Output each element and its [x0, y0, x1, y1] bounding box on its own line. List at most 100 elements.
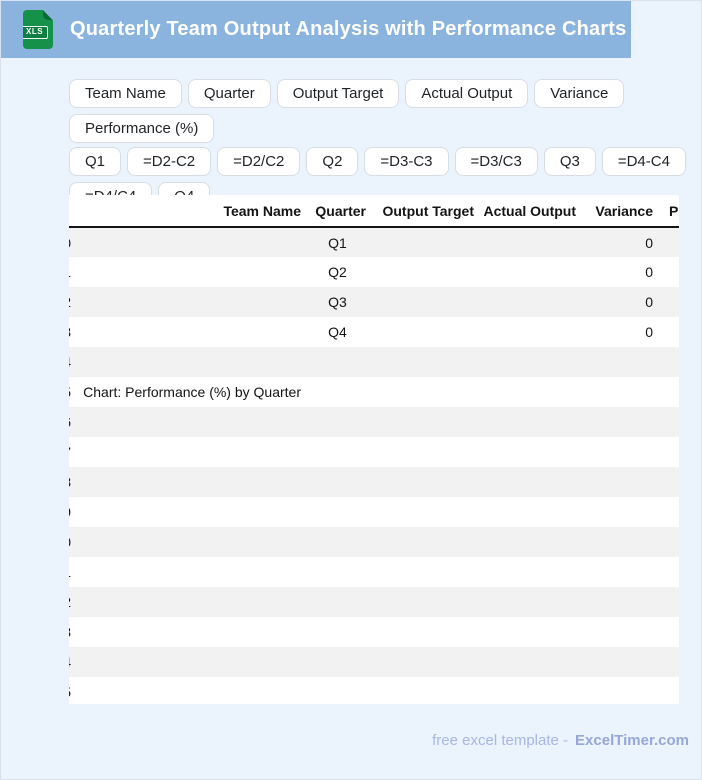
variance-cell — [580, 557, 657, 587]
chip: =D4-C4 — [601, 147, 686, 176]
output-target-cell — [370, 617, 478, 647]
variance-cell — [580, 407, 657, 437]
team-name-cell — [75, 317, 305, 347]
quarter-cell — [305, 407, 370, 437]
table-row: 13 — [69, 617, 679, 647]
chip: Q2 — [306, 147, 359, 176]
actual-output-cell — [478, 437, 580, 467]
table-row: 4 — [69, 347, 679, 377]
table-row: 7 — [69, 437, 679, 467]
table-row: 15 — [69, 677, 679, 704]
team-name-cell — [75, 587, 305, 617]
chip: Output Target — [276, 79, 400, 108]
team-name-cell — [75, 677, 305, 704]
team-name-cell — [75, 557, 305, 587]
actual-output-cell — [478, 557, 580, 587]
chip: =D3/C3 — [454, 147, 538, 176]
actual-output-cell — [478, 617, 580, 647]
output-target-cell — [370, 587, 478, 617]
variance-cell — [580, 527, 657, 557]
performance-cell — [657, 497, 679, 527]
output-target-cell — [370, 557, 478, 587]
spreadsheet-preview-card: Team Name Quarter Output Target Actual Outp… — [69, 195, 679, 704]
performance-cell — [657, 287, 679, 317]
footer-brand-link[interactable]: ExcelTimer.com — [575, 732, 689, 749]
actual-output-cell — [478, 347, 580, 377]
table-row: 12 — [69, 587, 679, 617]
output-target-cell — [370, 257, 478, 287]
actual-output-cell — [478, 677, 580, 704]
performance-cell — [657, 377, 679, 407]
team-name-cell — [75, 257, 305, 287]
performance-cell — [657, 617, 679, 647]
output-target-cell — [370, 317, 478, 347]
chip: Q1 — [69, 147, 122, 176]
header-bar: XLS Quarterly Team Output Analysis with … — [1, 1, 631, 58]
chip: Q3 — [543, 147, 596, 176]
variance-cell: 0 — [645, 324, 653, 340]
quarter-cell — [305, 437, 370, 467]
variance-cell — [580, 377, 657, 407]
quarter-cell — [305, 467, 370, 497]
table-row: 14 — [69, 647, 679, 677]
spreadsheet-body: 0Q101Q202Q303Q4045Chart: Performance (%)… — [69, 227, 679, 704]
output-target-cell — [370, 527, 478, 557]
variance-cell — [580, 617, 657, 647]
quarter-cell — [305, 677, 370, 704]
column-header-quarter: Quarter — [305, 195, 370, 228]
quarter-cell — [305, 347, 370, 377]
table-row: 5Chart: Performance (%) by Quarter — [69, 377, 679, 407]
actual-output-cell — [478, 647, 580, 677]
variance-cell — [580, 497, 657, 527]
actual-output-cell — [478, 287, 580, 317]
chip: =D2-C2 — [127, 147, 212, 176]
team-name-cell — [75, 617, 305, 647]
performance-cell — [657, 257, 679, 287]
footer: free excel template - ExcelTimer.com — [432, 732, 689, 749]
actual-output-cell — [478, 227, 580, 257]
variance-cell — [580, 467, 657, 497]
column-header-target: Output Target — [370, 195, 478, 228]
quarter-cell: Q2 — [328, 264, 347, 280]
output-target-cell — [370, 227, 478, 257]
variance-cell: 0 — [645, 294, 653, 310]
variance-cell — [580, 437, 657, 467]
table-row: 1Q20 — [69, 257, 679, 287]
column-header-perf: Performance (%) — [657, 195, 679, 228]
quarter-cell — [305, 647, 370, 677]
chip-row-headers: Team Name Quarter Output Target Actual Outp… — [69, 79, 699, 143]
column-header-actual: Actual Output — [478, 195, 580, 228]
team-name-cell — [75, 497, 305, 527]
output-target-cell — [370, 647, 478, 677]
quarter-cell — [305, 497, 370, 527]
quarter-cell: Q1 — [328, 234, 347, 251]
actual-output-cell — [478, 257, 580, 287]
folded-corner-icon — [43, 10, 53, 20]
chip: Team Name — [69, 79, 182, 108]
table-row: 9 — [69, 497, 679, 527]
performance-cell — [657, 347, 679, 377]
output-target-cell — [370, 347, 478, 377]
table-row: 0Q10 — [69, 227, 679, 257]
quarter-cell — [305, 587, 370, 617]
chip: =D2/C2 — [217, 147, 301, 176]
team-name-cell — [75, 227, 305, 257]
output-target-cell — [370, 287, 478, 317]
actual-output-cell — [478, 407, 580, 437]
column-header-team: Team Name — [75, 195, 305, 228]
performance-cell — [657, 527, 679, 557]
actual-output-cell — [478, 467, 580, 497]
table-row: 11 — [69, 557, 679, 587]
spreadsheet-table: Team Name Quarter Output Target Actual Outp… — [69, 195, 679, 704]
chip: =D3-C3 — [364, 147, 449, 176]
team-name-cell — [75, 527, 305, 557]
performance-cell — [657, 227, 679, 257]
quarter-cell: Q4 — [328, 324, 347, 340]
variance-cell: 0 — [645, 264, 653, 280]
output-target-cell — [370, 437, 478, 467]
output-target-cell — [370, 377, 478, 407]
performance-cell — [657, 317, 679, 347]
table-row: 2Q30 — [69, 287, 679, 317]
quarter-cell — [305, 557, 370, 587]
output-target-cell — [370, 677, 478, 704]
